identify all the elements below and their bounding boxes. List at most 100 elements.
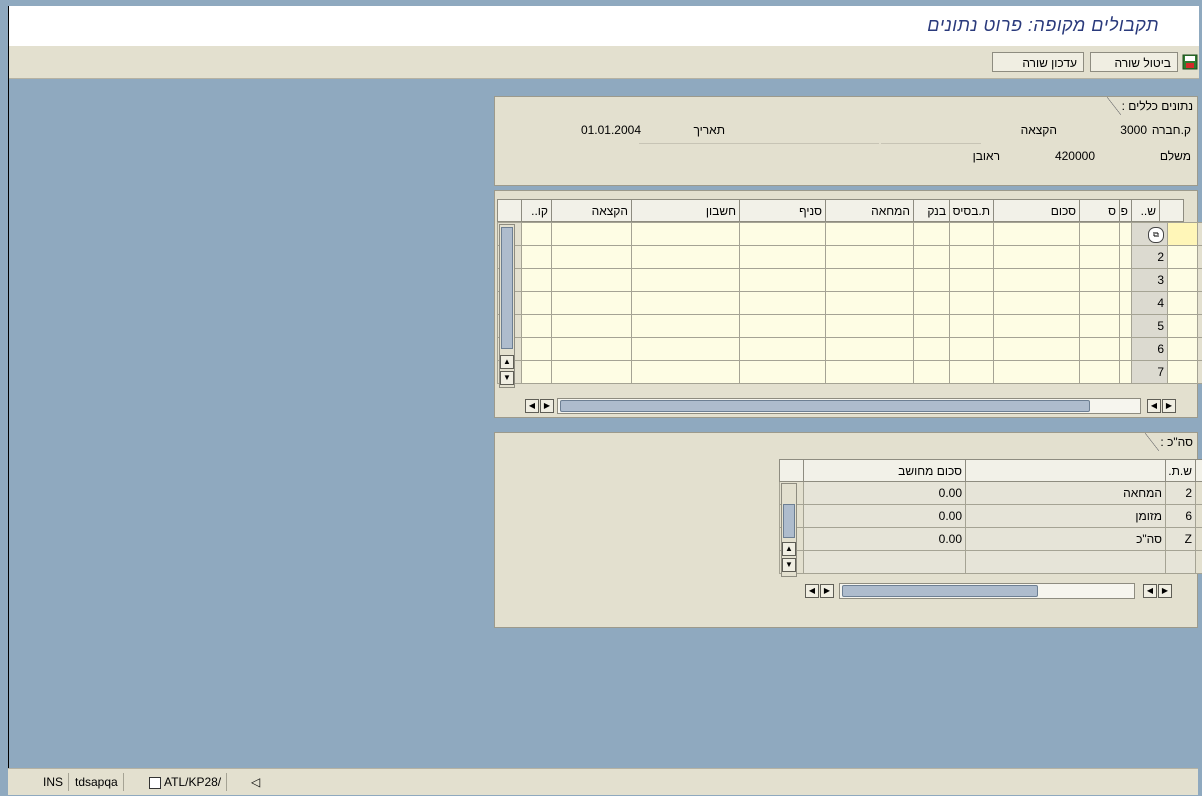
col-header[interactable]: סכום מחושב [803,459,966,482]
item-number-cell[interactable]: 2 [1131,245,1168,269]
scroll-right-button[interactable]: ▶ [540,399,554,413]
save-icon[interactable] [1182,54,1198,70]
table-cell[interactable] [993,360,1080,384]
item-number-cell[interactable]: 7 [1131,360,1168,384]
table-row[interactable] [779,550,1202,574]
table-cell[interactable] [631,360,740,384]
table-cell[interactable] [993,245,1080,269]
row-selector[interactable] [1197,337,1202,361]
col-header[interactable]: פריט [1119,199,1132,222]
table-cell[interactable] [1119,245,1132,269]
col-header[interactable]: ש.. [1131,199,1160,222]
row-selector[interactable] [1197,360,1202,384]
item-number-cell[interactable]: 5 [1131,314,1168,338]
table-cell[interactable] [1079,222,1120,246]
table-cell[interactable] [949,360,994,384]
scroll-left-button[interactable]: ◀ [1147,399,1161,413]
table-cell[interactable] [1119,268,1132,292]
table-cell[interactable] [521,245,552,269]
table-cell[interactable] [631,268,740,292]
table-cell[interactable] [1167,337,1198,361]
table-cell[interactable] [825,314,914,338]
table-cell[interactable] [949,291,994,315]
table-cell[interactable] [739,268,826,292]
totals-horizontal-scrollbar[interactable] [839,583,1135,599]
col-header[interactable]: המחאה [825,199,914,222]
table-cell[interactable] [521,337,552,361]
table-cell[interactable] [825,291,914,315]
col-header[interactable]: ש.ת. [1165,459,1196,482]
row-selector[interactable] [1197,291,1202,315]
table-cell[interactable] [551,268,632,292]
table-cell[interactable] [521,268,552,292]
table-cell[interactable] [551,245,632,269]
table-cell[interactable] [551,337,632,361]
table-cell[interactable] [949,314,994,338]
table-cell[interactable] [631,245,740,269]
col-header[interactable]: בנק [913,199,950,222]
table-cell[interactable] [1079,245,1120,269]
table-cell[interactable] [521,314,552,338]
table-cell[interactable] [631,337,740,361]
table-cell[interactable] [825,337,914,361]
table-cell[interactable] [1167,245,1198,269]
table-cell[interactable] [551,314,632,338]
table-cell[interactable] [739,360,826,384]
table-cell[interactable] [949,337,994,361]
row-selector[interactable] [1197,222,1202,246]
col-header[interactable]: סכום [993,199,1080,222]
table-cell[interactable] [631,222,740,246]
table-cell[interactable] [1167,360,1198,384]
table-cell[interactable] [631,314,740,338]
table-cell[interactable] [1119,337,1132,361]
item-number-cell[interactable]: 4 [1131,291,1168,315]
table-cell[interactable] [913,268,950,292]
table-cell[interactable] [1079,337,1120,361]
table-cell[interactable] [1167,268,1198,292]
scroll-down-button[interactable]: ▼ [782,558,796,572]
row-selector[interactable] [1195,481,1202,505]
table-cell[interactable] [913,291,950,315]
table-cell[interactable] [739,337,826,361]
table-cell[interactable] [1079,268,1120,292]
table-cell[interactable] [1167,291,1198,315]
col-header[interactable]: סניף [739,199,826,222]
row-selector[interactable] [1197,245,1202,269]
table-cell[interactable] [1119,360,1132,384]
table-cell[interactable] [993,337,1080,361]
table-row[interactable]: 2 [497,245,1202,269]
row-selector[interactable] [1195,550,1202,574]
scroll-up-button[interactable]: ▲ [500,355,514,369]
table-cell[interactable] [521,291,552,315]
table-row[interactable]: 0.00 סה"כ Z [779,527,1202,551]
table-cell[interactable] [993,222,1080,246]
row-selector[interactable] [1195,527,1202,551]
table-cell[interactable] [949,268,994,292]
table-row[interactable]: ⧉ [497,222,1202,246]
table-cell[interactable] [913,222,950,246]
update-row-button[interactable]: עדכון שורה [992,52,1084,72]
scroll-up-button[interactable]: ▲ [782,542,796,556]
table-cell[interactable] [551,360,632,384]
table-cell[interactable] [825,222,914,246]
table-cell[interactable] [551,291,632,315]
table-cell[interactable] [739,222,826,246]
items-scroll-thumb[interactable] [501,227,513,349]
totals-vertical-scrollbar[interactable]: ▲ ▼ [781,483,797,577]
table-cell[interactable] [825,245,914,269]
scroll-right-button[interactable]: ▶ [1158,584,1172,598]
table-row[interactable]: 0.00 המחאה 2 [779,481,1202,505]
table-cell[interactable] [949,245,994,269]
table-cell[interactable] [993,268,1080,292]
table-cell[interactable] [825,268,914,292]
table-row[interactable]: 4 [497,291,1202,315]
table-cell[interactable] [1167,222,1198,246]
totals-hscroll-thumb[interactable] [842,585,1038,597]
table-cell[interactable] [551,222,632,246]
table-cell[interactable] [739,314,826,338]
f4-help-icon[interactable]: ⧉ [1148,226,1164,243]
table-cell[interactable] [1167,314,1198,338]
table-cell[interactable] [913,360,950,384]
col-header[interactable] [965,459,1166,482]
table-cell[interactable] [521,360,552,384]
